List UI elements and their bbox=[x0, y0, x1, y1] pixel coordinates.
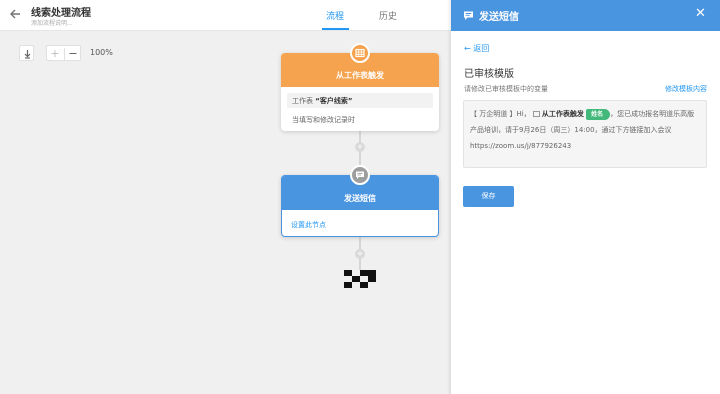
tab-flow[interactable]: 流程 bbox=[326, 9, 344, 22]
sms-settings-panel: 发送短信 ✕ ← 返回 已审核模版 请修改已审核模板中的变量 修改模板内容 【 … bbox=[451, 0, 720, 394]
chat-icon bbox=[464, 11, 473, 20]
save-button[interactable]: 保存 bbox=[463, 186, 514, 207]
download-button[interactable] bbox=[19, 45, 34, 61]
edit-template-link[interactable]: 修改模板内容 bbox=[665, 84, 707, 94]
panel-title: 发送短信 bbox=[479, 12, 519, 23]
setup-node-link[interactable]: 设置此节点 bbox=[291, 220, 438, 230]
close-icon[interactable]: ✕ bbox=[695, 7, 706, 21]
workflow-description[interactable]: 添加流程说明... bbox=[31, 18, 73, 27]
trigger-condition: 当填写和修改记录时 bbox=[292, 116, 355, 124]
trigger-node[interactable]: 从工作表触发 工作表 “客户线索” 当填写和修改记录时 bbox=[281, 53, 439, 131]
active-tab-underline bbox=[322, 28, 349, 30]
add-step-button[interactable]: + bbox=[355, 249, 365, 259]
worksheet-icon bbox=[350, 43, 370, 63]
tab-history[interactable]: 历史 bbox=[379, 9, 397, 22]
trigger-sheet-row: 工作表 “客户线索” bbox=[287, 93, 433, 108]
table-icon bbox=[532, 111, 540, 117]
template-field-source: 从工作表触发 bbox=[532, 106, 584, 122]
back-arrow-icon[interactable] bbox=[9, 8, 23, 22]
section-title: 已审核模版 bbox=[464, 69, 514, 80]
workflow-title[interactable]: 线索处理流程 bbox=[31, 4, 91, 19]
zoom-level: 100% bbox=[90, 48, 113, 57]
panel-header: 发送短信 ✕ bbox=[451, 0, 720, 31]
back-link[interactable]: ← 返回 bbox=[464, 43, 489, 54]
zoom-in-button[interactable]: + bbox=[47, 46, 63, 62]
template-content-box[interactable]: 【 万企明道 】Hi， 从工作表触发 姓名 ，您已成功报名明道乐高版产品培训，请于… bbox=[463, 100, 707, 168]
flow-end-flag-icon bbox=[344, 270, 376, 288]
download-icon bbox=[24, 50, 31, 59]
message-icon bbox=[350, 165, 370, 185]
add-step-button[interactable]: + bbox=[355, 142, 365, 152]
template-text-start: 【 万企明道 】Hi， bbox=[470, 110, 531, 118]
zoom-controls: + − bbox=[46, 45, 81, 61]
zoom-out-button[interactable]: − bbox=[65, 46, 81, 62]
trigger-sheet-name: “客户线索” bbox=[315, 97, 353, 105]
template-field-source-label: 从工作表触发 bbox=[541, 110, 584, 118]
template-variable-chip[interactable]: 姓名 bbox=[586, 109, 611, 120]
template-meeting-link: https://zoom.us/j/877926243 bbox=[470, 142, 572, 150]
trigger-sheet-prefix: 工作表 bbox=[292, 97, 313, 105]
template-hint: 请修改已审核模板中的变量 bbox=[464, 85, 548, 93]
